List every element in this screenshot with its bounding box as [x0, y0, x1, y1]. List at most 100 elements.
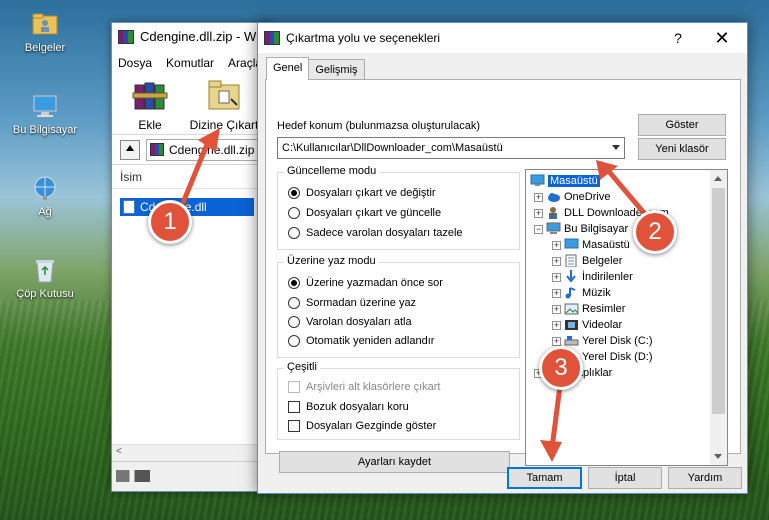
tree-node-pictures[interactable]: Resimler	[564, 301, 625, 317]
option-label: Dosyaları çıkart ve değiştir	[306, 187, 436, 199]
extract-to-button[interactable]: Dizine Çıkart	[188, 73, 260, 134]
tree-node-downloads[interactable]: İndirilenler	[564, 269, 633, 285]
option-label: Arşivleri alt klasörlere çıkart	[306, 381, 441, 393]
destination-path-combobox[interactable]: C:\Kullanıcılar\DllDownloader_com\Masaüs…	[277, 137, 625, 159]
dialog-titlebar: Çıkartma yolu ve seçenekleri ? ✕	[258, 23, 747, 53]
up-folder-button[interactable]	[120, 139, 140, 160]
documents-icon	[565, 254, 577, 267]
music-icon	[565, 287, 576, 299]
expand-icon[interactable]: +	[534, 193, 543, 202]
option-label: Bozuk dosyaları koru	[306, 401, 409, 413]
expand-icon[interactable]: +	[552, 289, 561, 298]
checkbox-keep-broken-files[interactable]: Bozuk dosyaları koru	[288, 399, 409, 415]
ok-button[interactable]: Tamam	[507, 467, 582, 489]
checkbox[interactable]	[288, 420, 300, 432]
expand-icon[interactable]: +	[552, 321, 561, 330]
tree-node-videos[interactable]: Videolar	[564, 317, 622, 333]
expand-icon[interactable]: +	[552, 241, 561, 250]
checkbox-show-in-explorer[interactable]: Dosyaları Gezginde göster	[288, 418, 436, 434]
radio-button[interactable]	[288, 335, 300, 347]
expand-icon[interactable]: +	[552, 273, 561, 282]
desktop-icon-belgeler[interactable]: Belgeler	[5, 10, 85, 54]
radio-button[interactable]	[288, 297, 300, 309]
tree-node-label: İndirilenler	[582, 271, 633, 283]
radio-extract-replace[interactable]: Dosyaları çıkart ve değiştir	[288, 185, 436, 201]
winrar-window: Cdengine.dll.zip - W Dosya Komutlar Araç…	[111, 22, 271, 492]
option-label: Varolan dosyaları atla	[306, 316, 412, 328]
recycle-bin-icon	[36, 260, 54, 283]
chevron-down-icon[interactable]	[612, 145, 620, 150]
scrollbar-thumb[interactable]	[712, 188, 725, 414]
desktop-icon-cop-kutusu[interactable]: Çöp Kutusu	[5, 256, 85, 300]
close-icon[interactable]: ✕	[705, 23, 739, 53]
help-button[interactable]: Yardım	[668, 467, 742, 489]
step-badge-1: 1	[148, 200, 192, 244]
menu-komutlar[interactable]: Komutlar	[166, 53, 214, 73]
books-add-icon	[132, 82, 168, 110]
computer-icon	[546, 222, 561, 234]
radio-extract-update[interactable]: Dosyaları çıkart ve güncelle	[288, 205, 441, 221]
tree-node-label: Yerel Disk (D:)	[582, 351, 653, 363]
tree-node-music[interactable]: Müzik	[564, 285, 611, 301]
tree-node-pc-desktop[interactable]: Masaüstü	[564, 237, 630, 253]
archive-path-field[interactable]: Cdengine.dll.zip	[146, 138, 270, 161]
cancel-button[interactable]: İptal	[588, 467, 662, 489]
radio-button[interactable]	[288, 227, 300, 239]
expand-icon[interactable]: +	[534, 209, 543, 218]
folder-tree[interactable]: Masaüstü + OneDrive + DLL Downloader.com…	[525, 169, 728, 466]
tree-node-desktop[interactable]: Masaüstü	[530, 173, 600, 189]
desktop-icon-ag[interactable]: Ağ	[5, 174, 85, 218]
save-settings-button[interactable]: Ayarları kaydet	[279, 451, 510, 473]
scroll-up-icon[interactable]	[714, 176, 722, 181]
scroll-down-icon[interactable]	[714, 454, 722, 459]
tab-gelismis[interactable]: Gelişmiş	[308, 59, 365, 80]
expand-icon[interactable]: +	[552, 305, 561, 314]
tree-node-this-pc[interactable]: Bu Bilgisayar	[546, 221, 628, 237]
radio-button[interactable]	[288, 207, 300, 219]
tree-node-label: Masaüstü	[582, 239, 630, 251]
radio-button[interactable]	[288, 316, 300, 328]
horizontal-scrollbar[interactable]: <	[112, 444, 270, 461]
expand-icon[interactable]: +	[552, 337, 561, 346]
tree-vertical-scrollbar[interactable]	[710, 170, 727, 465]
menu-dosya[interactable]: Dosya	[118, 53, 152, 73]
collapse-icon[interactable]: −	[534, 225, 543, 234]
add-button[interactable]: Ekle	[124, 73, 176, 134]
radio-overwrite-without-prompt[interactable]: Sormadan üzerine yaz	[288, 295, 416, 311]
drive-icon	[564, 336, 579, 346]
tree-node-disk-c[interactable]: Yerel Disk (C:)	[564, 333, 653, 349]
desktop-icon	[564, 238, 579, 249]
radio-freshen-existing[interactable]: Sadece varolan dosyaları tazele	[288, 225, 463, 241]
radio-button-checked[interactable]	[288, 277, 300, 289]
tree-node-onedrive[interactable]: OneDrive	[546, 189, 610, 205]
radio-ask-before-overwrite[interactable]: Üzerine yazmadan önce sor	[288, 275, 443, 291]
checkbox-extract-to-subfolders: Arşivleri alt klasörlere çıkart	[288, 379, 440, 395]
checkbox-disabled	[288, 381, 300, 393]
tab-genel[interactable]: Genel	[266, 57, 310, 80]
desktop-icon-label: Bu Bilgisayar	[12, 124, 78, 136]
desktop-icon-label: Çöp Kutusu	[16, 288, 74, 300]
computer-icon	[33, 95, 57, 117]
new-folder-button[interactable]: Yeni klasör	[638, 138, 726, 160]
file-icon	[123, 200, 135, 214]
column-header-name[interactable]: İsim	[112, 165, 270, 189]
radio-rename-automatically[interactable]: Otomatik yeniden adlandır	[288, 333, 434, 349]
help-icon[interactable]: ?	[663, 23, 693, 53]
radio-button-checked[interactable]	[288, 187, 300, 199]
desktop-icon-bu-bilgisayar[interactable]: Bu Bilgisayar	[5, 92, 85, 136]
option-label: Üzerine yazmadan önce sor	[306, 277, 443, 289]
winrar-title: Cdengine.dll.zip - W	[140, 29, 257, 44]
scroll-left-icon: <	[116, 446, 122, 457]
destination-label: Hedef konum (bulunmazsa oluşturulacak)	[277, 120, 480, 132]
winrar-titlebar: Cdengine.dll.zip - W	[112, 23, 270, 53]
radio-skip-existing[interactable]: Varolan dosyaları atla	[288, 314, 412, 330]
misc-group: Çeşitli Arşivleri alt klasörlere çıkart …	[277, 361, 520, 440]
folder-extract-icon	[208, 80, 240, 110]
extract-to-button-label: Dizine Çıkart	[189, 118, 259, 132]
tree-node-documents[interactable]: Belgeler	[564, 253, 622, 269]
expand-icon[interactable]: +	[552, 257, 561, 266]
checkbox[interactable]	[288, 401, 300, 413]
winrar-app-icon	[118, 30, 134, 44]
show-button[interactable]: Göster	[638, 114, 726, 136]
tree-node-label: Belgeler	[582, 255, 623, 267]
